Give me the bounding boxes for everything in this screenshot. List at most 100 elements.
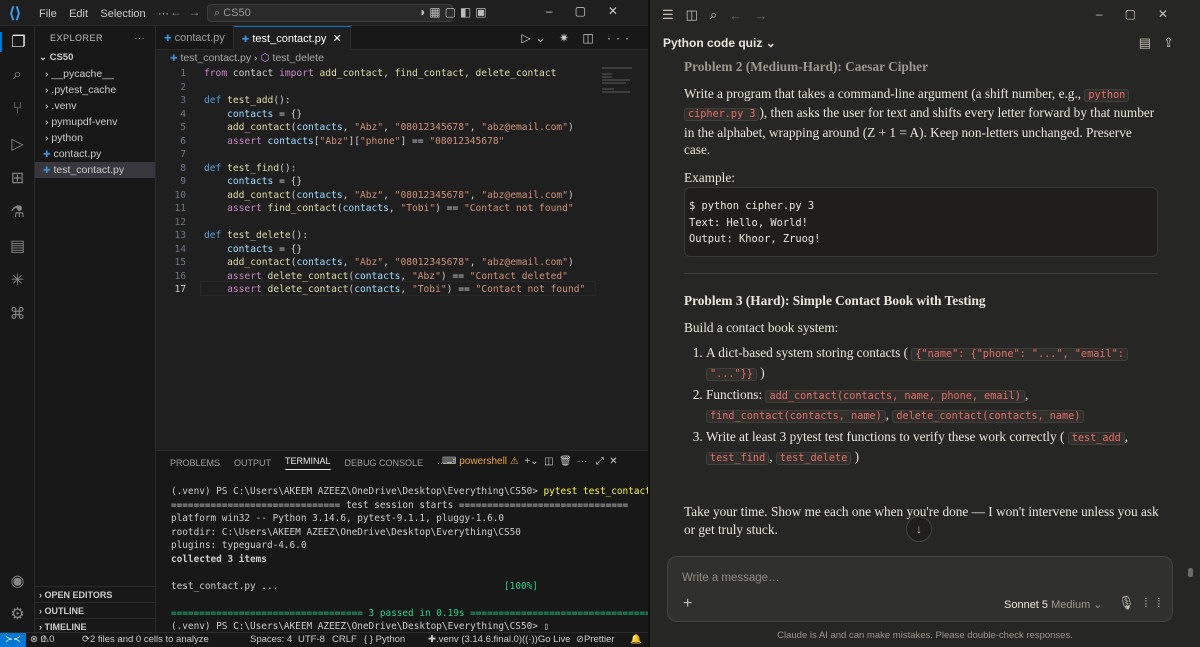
line-number: 16 [174, 270, 186, 282]
search-icon[interactable]: ⌕ [0, 66, 35, 84]
problem3-intro: Build a contact book system: [684, 319, 839, 335]
tree-item-pytest-cache[interactable]: › .pytest_cache [35, 82, 155, 98]
breadcrumb-symbol[interactable]: test_delete [273, 52, 324, 64]
minimap[interactable] [602, 66, 638, 96]
disclaimer: Claude is AI and can make mistakes. Plea… [777, 630, 1073, 641]
list-item: Functions: add_contact(contacts, name, p… [706, 386, 1160, 425]
explorer-more-icon[interactable]: ··· [135, 33, 146, 43]
line-number: 5 [180, 122, 186, 133]
close-panel-icon[interactable]: ✕ [607, 456, 617, 467]
go-live-button[interactable]: ((·)) Go Live [522, 633, 571, 647]
line-number: 11 [174, 203, 186, 214]
document-icon[interactable]: ▤ [1139, 35, 1163, 50]
menu-selection[interactable]: Selection [100, 8, 145, 20]
tree-item-venv[interactable]: › .venv [35, 98, 155, 114]
back-arrow-icon[interactable]: ← [729, 8, 742, 23]
scroll-down-button[interactable]: ↓ [906, 516, 932, 542]
code-line: add_contact(contacts, "Abz", "0801234567… [227, 189, 574, 201]
scrollbar[interactable] [1188, 568, 1193, 577]
term-result-file: test_contact.py ... [171, 580, 279, 592]
indent-status[interactable]: Spaces: 4 [250, 633, 292, 647]
python-icon[interactable]: ⌘ [0, 304, 35, 324]
term-prompt1: (.venv) PS C:\Users\AKEEM AZEEZ\OneDrive… [171, 486, 538, 497]
voice-waveform-icon[interactable]: ⦙⦙ [1145, 595, 1171, 610]
split-terminal-icon[interactable]: ◫ [541, 456, 553, 467]
window-controls[interactable]: –▢✕ [1096, 7, 1190, 21]
run-debug-icon[interactable]: ▷ [0, 134, 35, 154]
file-tree: ⌄ CS50 › __pycache__ › .pytest_cache › .… [35, 50, 155, 178]
panel-more-icon[interactable]: ··· [575, 456, 587, 467]
microphone-icon[interactable]: 🎙 [1118, 595, 1145, 610]
prettier-status[interactable]: ⊘ Prettier [576, 633, 615, 647]
menu-icon[interactable]: ☰ [662, 7, 674, 23]
account-icon[interactable]: ◉ [0, 571, 35, 591]
python-file-icon: ✚ [170, 53, 178, 63]
tab-output[interactable]: OUTPUT [234, 458, 271, 468]
layout-toggle-icons[interactable]: ◑▦▢◧▣ [418, 5, 491, 19]
extensions-icon[interactable]: ⊞ [0, 168, 35, 188]
share-icon[interactable]: ⇪ [1163, 35, 1186, 50]
claude-titlebar: ☰ ◫ ⌕ ← → –▢✕ [650, 0, 1200, 30]
language-status[interactable]: { } Python [364, 633, 405, 647]
forward-arrow-icon[interactable]: → [754, 8, 767, 23]
notifications-icon[interactable]: 🔔 [630, 633, 642, 647]
section-outline[interactable]: › OUTLINE [35, 602, 156, 618]
menu-file[interactable]: File [39, 8, 57, 20]
code-editor[interactable]: 1 from contact import add_contact, find_c… [156, 66, 648, 450]
encoding-status[interactable]: UTF-8 [298, 633, 325, 647]
breadcrumb-file[interactable]: test_contact.py [180, 52, 251, 64]
python-file-icon: ✚ [164, 33, 172, 43]
window-controls[interactable]: –▢✕ [546, 4, 640, 18]
model-selector[interactable]: Sonnet 5 Medium ⌄ [1004, 598, 1103, 611]
tree-item-pymupdf-venv[interactable]: › pymupdf-venv [35, 114, 155, 130]
extension-star-icon[interactable]: ✳ [0, 270, 35, 290]
analysis-status[interactable]: ⟳ 2 files and 0 cells to analyze [82, 633, 209, 647]
python-file-icon: ✚ [241, 34, 250, 44]
new-terminal-icon[interactable]: +⌄ [522, 456, 538, 467]
terminal-output[interactable]: (.venv) PS C:\Users\AKEEM AZEEZ\OneDrive… [171, 485, 668, 634]
tab-test-contact-py[interactable]: ✚ test_contact.py ✕ [233, 26, 351, 50]
tab-terminal[interactable]: TERMINAL [285, 456, 331, 470]
tree-item-pycache[interactable]: › __pycache__ [35, 66, 155, 82]
attach-plus-icon[interactable]: + [683, 595, 692, 613]
search-icon[interactable]: ⌕ [710, 7, 717, 23]
explorer-icon[interactable]: ❐ [0, 32, 35, 52]
tree-item-contact-py[interactable]: ✚ contact.py [35, 146, 155, 162]
close-tab-icon[interactable]: ✕ [329, 33, 341, 45]
remote-icon[interactable]: ≻≺ [0, 633, 26, 647]
sidebar-toggle-icon[interactable]: ◫ [686, 7, 698, 23]
conversation-title[interactable]: Python code quiz ⌄ [663, 36, 776, 50]
remote-explorer-icon[interactable]: ▤ [0, 236, 35, 256]
tree-item-python[interactable]: › python [35, 130, 155, 146]
tab-contact-py[interactable]: ✚ contact.py [156, 26, 234, 50]
term-rootdir: rootdir: C:\Users\AKEEM AZEEZ\OneDrive\D… [171, 526, 521, 538]
tree-root[interactable]: ⌄ CS50 [35, 50, 155, 66]
tree-item-test-contact-py[interactable]: ✚ test_contact.py [35, 162, 155, 178]
example-code-block[interactable]: $ python cipher.py 3 Text: Hello, World!… [684, 187, 1158, 257]
source-control-icon[interactable]: ⑂ [0, 100, 35, 118]
trash-icon[interactable]: 🗑 [556, 456, 572, 467]
editor-actions[interactable]: ▷⌄ ✷ ◫ ··· [521, 31, 634, 45]
terminal-shell-label[interactable]: powershell [459, 456, 507, 467]
command-center-search[interactable]: ⌕ CS50 [207, 4, 453, 22]
eol-status[interactable]: CRLF [332, 633, 357, 647]
explorer-header: EXPLORER ··· [35, 26, 155, 50]
breadcrumb: ✚ test_contact.py › ⬡ test_delete [170, 52, 324, 64]
menu-more[interactable]: ··· [158, 8, 169, 20]
testing-icon[interactable]: ⚗ [0, 202, 35, 222]
explorer-sidebar: EXPLORER ··· ⌄ CS50 › __pycache__ › .pyt… [35, 26, 156, 632]
problems-status[interactable]: ⊗ 0 ⚠ 0 [30, 633, 54, 647]
menu-edit[interactable]: Edit [69, 8, 88, 20]
tab-problems[interactable]: PROBLEMS [170, 458, 220, 468]
interpreter-status[interactable]: ✚ .venv (3.14.6.final.0) [428, 633, 522, 647]
settings-gear-icon[interactable]: ⚙ [0, 604, 35, 624]
code-line: assert find_contact(contacts, "Tobi") ==… [227, 203, 574, 214]
maximize-panel-icon[interactable]: ⤢ [590, 456, 604, 467]
tab-debug-console[interactable]: DEBUG CONSOLE [345, 458, 424, 468]
list-item: A dict-based system storing contacts ( {… [706, 344, 1160, 383]
line-number: 12 [174, 216, 186, 228]
nav-arrows[interactable]: ← → [170, 5, 201, 19]
claude-window: ☰ ◫ ⌕ ← → –▢✕ Python code quiz ⌄ ▤⇪ Prob… [650, 0, 1200, 647]
section-open-editors[interactable]: › OPEN EDITORS [35, 586, 156, 602]
message-input[interactable]: Write a message… [682, 572, 780, 584]
